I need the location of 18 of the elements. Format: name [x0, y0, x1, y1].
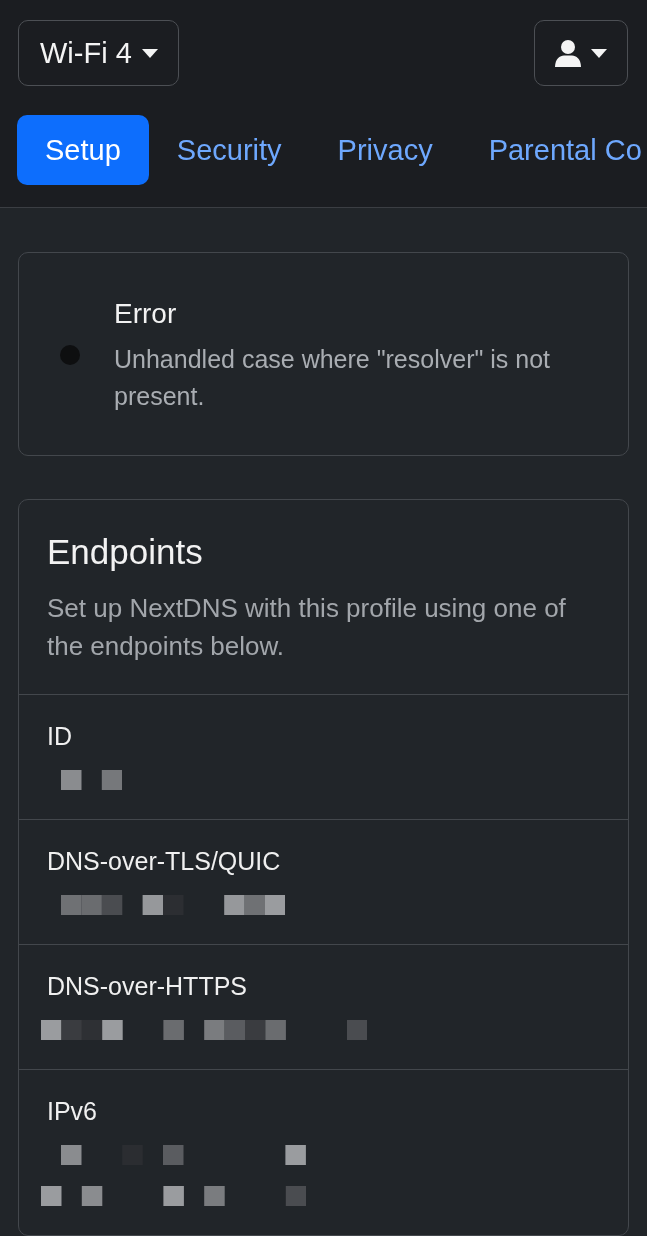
card-description: Set up NextDNS with this profile using one of the endpoints below.	[47, 592, 567, 663]
account-dropdown[interactable]	[534, 20, 628, 86]
endpoint-label: IPv6	[47, 1096, 99, 1127]
alert-message: Unhandled case where "resolver" is not present.	[114, 344, 552, 412]
endpoint-label: DNS-over-TLS/QUIC	[47, 846, 282, 877]
status-dot-icon	[60, 345, 80, 365]
nav-tab[interactable]: Setup	[17, 115, 149, 185]
nav-tab[interactable]: Security	[148, 115, 310, 185]
caret-icon	[591, 48, 607, 58]
card-title: Endpoints	[47, 531, 204, 573]
endpoint-label: DNS-over-HTTPS	[47, 971, 248, 1002]
alert-title: Error	[114, 297, 178, 331]
endpoint-label: ID	[47, 721, 73, 752]
nav-tab[interactable]: Privacy	[309, 115, 461, 185]
profile-dropdown[interactable]: Wi-Fi 4	[18, 20, 179, 86]
caret-icon	[141, 48, 158, 58]
person-icon	[555, 39, 581, 67]
nav-tab[interactable]: Parental Co	[460, 115, 642, 185]
